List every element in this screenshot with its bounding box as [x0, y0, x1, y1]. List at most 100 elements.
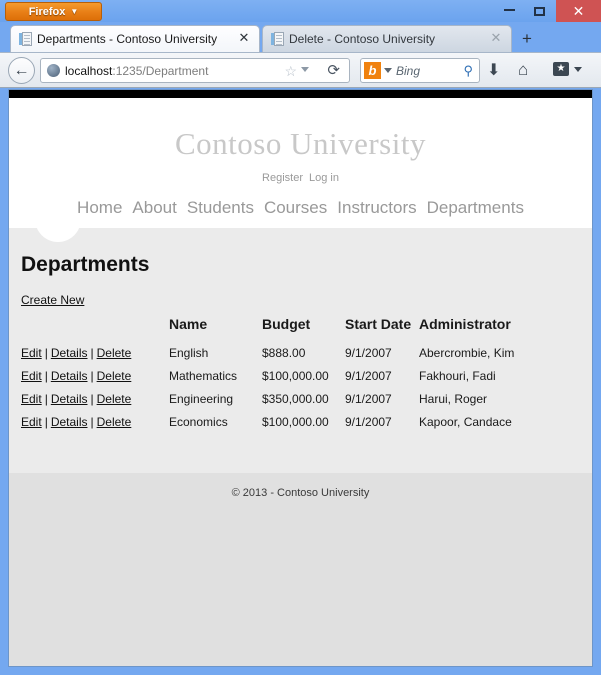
- back-arrow-icon: ←: [13, 62, 30, 79]
- reload-icon[interactable]: ⟳: [327, 62, 340, 80]
- site-brand[interactable]: Contoso University: [9, 126, 592, 162]
- minimize-button[interactable]: [494, 0, 524, 22]
- cell-administrator: Abercrombie, Kim: [419, 346, 515, 360]
- close-icon: ✕: [572, 3, 585, 19]
- chevron-down-icon[interactable]: [301, 67, 309, 72]
- nav-item-departments[interactable]: Departments: [427, 198, 524, 218]
- row-actions: Edit | Details | Delete: [21, 342, 169, 365]
- tab-strip: Departments - Contoso University ✕ Delet…: [0, 22, 601, 52]
- details-link[interactable]: Details: [51, 346, 88, 360]
- maximize-button[interactable]: [524, 0, 554, 22]
- cell-administrator: Harui, Roger: [419, 392, 488, 406]
- edit-link[interactable]: Edit: [21, 415, 42, 429]
- globe-icon: [47, 64, 60, 77]
- address-bar-value: localhost:1235/Department: [65, 62, 208, 80]
- header-decoration: [35, 218, 81, 242]
- cell-budget: $888.00: [262, 346, 306, 360]
- bing-logo-icon[interactable]: b: [364, 62, 381, 79]
- cell-administrator: Kapoor, Candace: [419, 415, 512, 429]
- login-link[interactable]: Log in: [309, 172, 339, 184]
- nav-item-students[interactable]: Students: [187, 198, 254, 218]
- url-path: :1235/Department: [112, 64, 209, 78]
- column-header-budget: Budget: [262, 316, 311, 332]
- edit-link[interactable]: Edit: [21, 369, 42, 383]
- site-header: Contoso University Register Log in Home Ab…: [9, 98, 592, 228]
- action-separator: |: [44, 369, 48, 383]
- cell-start-date: 9/1/2007: [345, 369, 392, 383]
- navigation-toolbar: ← localhost:1235/Department ☆ ⟳ b Bing ⚲…: [0, 52, 601, 88]
- tab-departments[interactable]: Departments - Contoso University ✕: [10, 25, 260, 52]
- chevron-down-icon[interactable]: [574, 67, 582, 72]
- edit-link[interactable]: Edit: [21, 346, 42, 360]
- cell-budget: $100,000.00: [262, 415, 329, 429]
- details-link[interactable]: Details: [51, 392, 88, 406]
- bookmark-star-icon[interactable]: ☆: [284, 63, 297, 80]
- table-head: Name Budget Start Date Administrator: [21, 316, 561, 342]
- cell-start-date: 9/1/2007: [345, 392, 392, 406]
- nav-item-instructors[interactable]: Instructors: [337, 198, 416, 218]
- url-host: localhost: [65, 64, 113, 78]
- close-window-button[interactable]: ✕: [556, 0, 601, 22]
- row-actions: Edit | Details | Delete: [21, 411, 169, 434]
- cell-name: Engineering: [169, 392, 234, 406]
- tab-close-icon[interactable]: ✕: [489, 30, 503, 46]
- action-separator: |: [44, 415, 48, 429]
- nav-item-courses[interactable]: Courses: [264, 198, 327, 218]
- main-nav: Home About Students Courses Instructors Depar…: [9, 198, 592, 218]
- details-link[interactable]: Details: [51, 415, 88, 429]
- tab-delete[interactable]: Delete - Contoso University ✕: [262, 25, 512, 52]
- cell-name: Mathematics: [169, 369, 238, 383]
- cell-start-date: 9/1/2007: [345, 346, 392, 360]
- bookmarks-icon[interactable]: ★: [553, 62, 569, 76]
- table-row: Edit | Details | Delete Economics $100,000.00 9…: [21, 411, 561, 434]
- delete-link[interactable]: Delete: [97, 415, 132, 429]
- downloads-icon[interactable]: ⬇: [487, 60, 500, 80]
- cell-budget: $100,000.00: [262, 369, 329, 383]
- column-header-actions: [21, 316, 169, 342]
- cell-administrator: Fakhouri, Fadi: [419, 369, 496, 383]
- table-row: Edit | Details | Delete Mathematics $100,000.0…: [21, 365, 561, 388]
- nav-item-about[interactable]: About: [132, 198, 176, 218]
- page-title: Departments: [21, 253, 150, 276]
- cell-name: Economics: [169, 415, 228, 429]
- home-icon[interactable]: ⌂: [518, 60, 528, 80]
- firefox-menu-button[interactable]: Firefox ▼: [5, 2, 102, 21]
- cell-budget: $350,000.00: [262, 392, 329, 406]
- delete-link[interactable]: Delete: [97, 346, 132, 360]
- create-new-link[interactable]: Create New: [21, 293, 84, 307]
- top-black-bar: [9, 90, 592, 98]
- column-header-start-date: Start Date: [345, 316, 412, 332]
- action-separator: |: [90, 369, 94, 383]
- new-tab-button[interactable]: +: [515, 27, 539, 50]
- departments-table: Name Budget Start Date Administrator Edi…: [21, 316, 561, 434]
- tab-close-icon[interactable]: ✕: [237, 30, 251, 46]
- column-header-administrator: Administrator: [419, 316, 511, 332]
- account-links: Register Log in: [9, 172, 592, 184]
- site-footer: © 2013 - Contoso University: [9, 473, 592, 666]
- table-row: Edit | Details | Delete English $888.00 9/1/200…: [21, 342, 561, 365]
- chevron-down-icon: ▼: [70, 7, 79, 16]
- nav-item-home[interactable]: Home: [77, 198, 122, 218]
- delete-link[interactable]: Delete: [97, 392, 132, 406]
- address-bar[interactable]: localhost:1235/Department ☆ ⟳: [40, 58, 350, 83]
- action-separator: |: [90, 346, 94, 360]
- minimize-icon: [503, 9, 515, 11]
- footer-copyright: © 2013 - Contoso University: [231, 487, 370, 499]
- action-separator: |: [90, 415, 94, 429]
- column-header-name: Name: [169, 316, 208, 332]
- table-row: Edit | Details | Delete Engineering $350,000.0…: [21, 388, 561, 411]
- table-header-row: Name Budget Start Date Administrator: [21, 316, 561, 342]
- cell-name: English: [169, 346, 209, 360]
- chevron-down-icon[interactable]: [384, 68, 392, 73]
- back-button[interactable]: ←: [8, 57, 35, 84]
- row-actions: Edit | Details | Delete: [21, 388, 169, 411]
- page-viewport: Contoso University Register Log in Home Ab…: [8, 89, 593, 667]
- search-input[interactable]: Bing: [396, 62, 420, 80]
- register-link[interactable]: Register: [262, 172, 303, 184]
- details-link[interactable]: Details: [51, 369, 88, 383]
- delete-link[interactable]: Delete: [97, 369, 132, 383]
- action-separator: |: [90, 392, 94, 406]
- edit-link[interactable]: Edit: [21, 392, 42, 406]
- search-icon[interactable]: ⚲: [463, 62, 473, 80]
- search-bar[interactable]: b Bing ⚲: [360, 58, 480, 83]
